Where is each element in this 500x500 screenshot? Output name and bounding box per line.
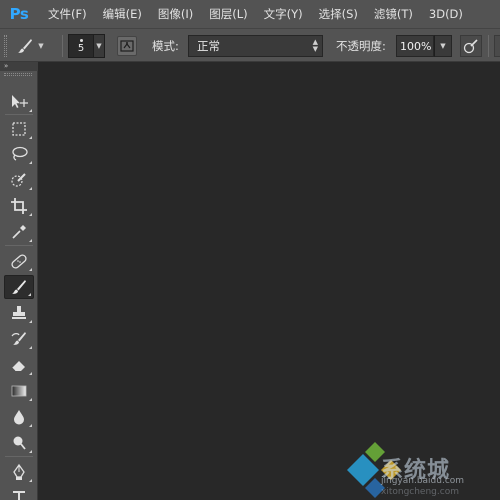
water-drop-icon — [14, 410, 24, 425]
type-icon — [13, 491, 25, 500]
brush-tool[interactable] — [4, 275, 34, 299]
pen-tool[interactable] — [4, 460, 34, 484]
airbrush-button[interactable] — [494, 35, 500, 57]
gradient-tool[interactable] — [4, 379, 34, 403]
watermark-url: jingyan.baidu.com — [381, 476, 465, 486]
brush-size-preview: 5 — [68, 34, 94, 58]
tool-flyout-indicator — [29, 398, 32, 401]
toggle-brush-panel-button[interactable] — [117, 36, 137, 56]
tool-divider — [5, 245, 33, 246]
tool-flyout-indicator — [29, 239, 32, 242]
crop-icon — [11, 198, 27, 214]
menu-image[interactable]: 图像(I) — [150, 0, 201, 28]
opacity-input[interactable]: 100% — [396, 35, 434, 57]
move-tool[interactable] — [4, 90, 34, 114]
chevron-down-icon: ▼ — [38, 42, 44, 50]
options-bar: ▼ 5 ▼ 模式: 正常 ▲ ▼ 不透明度: 100% ▼ — [0, 28, 500, 62]
tool-flyout-indicator — [29, 372, 32, 375]
opacity-control: 100% ▼ — [396, 35, 452, 57]
opacity-label: 不透明度: — [336, 39, 386, 53]
brush-size-value: 5 — [77, 42, 85, 54]
menu-filter[interactable]: 滤镜(T) — [366, 0, 421, 28]
menu-bar: Ps 文件(F) 编辑(E) 图像(I) 图层(L) 文字(Y) 选择(S) 滤… — [0, 0, 500, 28]
tool-flyout-indicator — [28, 293, 31, 296]
move-icon — [12, 95, 28, 108]
chevron-down-icon[interactable]: ▼ — [94, 34, 105, 58]
brush-icon — [12, 280, 26, 294]
menu-edit[interactable]: 编辑(E) — [95, 0, 150, 28]
tool-divider — [5, 456, 33, 457]
watermark-subtext: xitongcheng.com — [381, 487, 459, 497]
tool-flyout-indicator — [29, 187, 32, 190]
stamp-icon — [12, 306, 26, 319]
history-brush-icon — [11, 332, 26, 345]
tool-flyout-indicator — [29, 479, 32, 482]
options-divider — [488, 35, 489, 57]
dodge-icon — [13, 436, 26, 450]
quick-selection-tool[interactable] — [4, 168, 34, 192]
opacity-slider-toggle[interactable]: ▼ — [434, 35, 452, 57]
tool-divider — [5, 114, 33, 115]
type-tool[interactable] — [4, 485, 34, 500]
gradient-icon — [11, 385, 27, 397]
menu-layer[interactable]: 图层(L) — [201, 0, 255, 28]
pen-icon — [13, 463, 25, 480]
options-divider — [62, 35, 63, 57]
tools-panel: » — [0, 62, 38, 500]
lasso-icon — [12, 146, 28, 161]
blur-tool[interactable] — [4, 405, 34, 429]
tool-flyout-indicator — [29, 320, 32, 323]
menu-3d[interactable]: 3D(D) — [421, 0, 471, 28]
quick-selection-icon — [11, 173, 26, 187]
photoshop-logo: Ps — [0, 0, 38, 28]
tool-flyout-indicator — [29, 346, 32, 349]
menu-select[interactable]: 选择(S) — [311, 0, 366, 28]
up-down-arrows-icon: ▲ ▼ — [312, 38, 318, 53]
blend-mode-select[interactable]: 正常 ▲ ▼ — [188, 35, 323, 57]
tool-flyout-indicator — [29, 450, 32, 453]
tool-flyout-indicator — [29, 136, 32, 139]
menu-type[interactable]: 文字(Y) — [256, 0, 311, 28]
tool-preset-picker[interactable]: ▼ — [14, 35, 58, 57]
eyedropper-icon — [12, 225, 26, 239]
history-brush-tool[interactable] — [4, 327, 34, 351]
collapse-toolbox-button[interactable]: » — [0, 62, 38, 71]
tool-flyout-indicator — [29, 268, 32, 271]
tool-flyout-indicator — [29, 161, 32, 164]
clone-stamp-tool[interactable] — [4, 301, 34, 325]
rectangular-marquee-icon — [12, 122, 26, 136]
options-bar-grip[interactable] — [4, 35, 7, 57]
brush-preset-picker[interactable]: 5 ▼ — [68, 34, 106, 58]
photoshop-logo-text: Ps — [9, 5, 29, 23]
tool-flyout-indicator — [29, 424, 32, 427]
marquee-tool[interactable] — [4, 117, 34, 141]
spot-healing-brush-tool[interactable] — [4, 249, 34, 273]
bandage-icon — [11, 254, 27, 269]
eraser-tool[interactable] — [4, 353, 34, 377]
tool-flyout-indicator — [29, 213, 32, 216]
brush-panel-icon — [120, 40, 134, 52]
crop-tool[interactable] — [4, 194, 34, 218]
pen-pressure-icon — [463, 39, 478, 54]
menu-file[interactable]: 文件(F) — [38, 0, 95, 28]
mode-label: 模式: — [152, 39, 179, 53]
document-canvas-area[interactable] — [39, 62, 500, 500]
eraser-icon — [11, 361, 25, 372]
lasso-tool[interactable] — [4, 142, 34, 166]
tools-panel-grip[interactable] — [4, 73, 32, 76]
menu-list: 文件(F) 编辑(E) 图像(I) 图层(L) 文字(Y) 选择(S) 滤镜(T… — [38, 0, 471, 28]
blend-mode-value: 正常 — [197, 39, 220, 53]
dodge-tool[interactable] — [4, 431, 34, 455]
brush-tip-dot — [79, 38, 83, 42]
pressure-opacity-button[interactable] — [460, 35, 482, 57]
eyedropper-tool[interactable] — [4, 220, 34, 244]
tool-flyout-indicator — [29, 109, 32, 112]
brush-icon — [14, 35, 36, 57]
